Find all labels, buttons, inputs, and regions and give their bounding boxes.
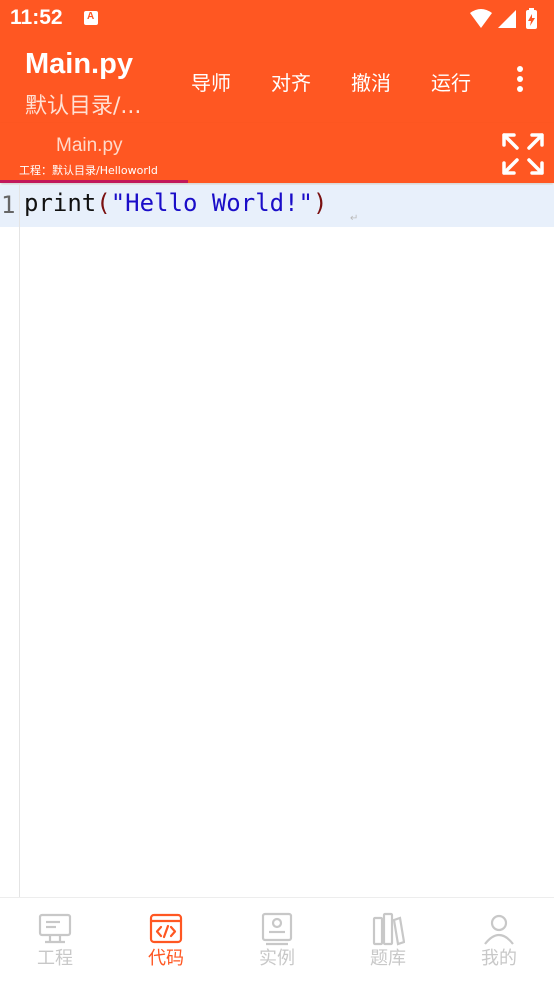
status-time: 11:52: [10, 6, 63, 29]
nav-label-code: 代码: [148, 948, 184, 969]
wifi-icon: [470, 9, 492, 28]
project-icon: [38, 913, 72, 944]
code-close-paren: ): [313, 189, 328, 217]
page-subtitle: 默认目录/...: [25, 94, 142, 119]
code-string: "Hello World!": [110, 189, 313, 217]
nav-item-project[interactable]: 工程: [0, 898, 110, 985]
fullscreen-icon[interactable]: [500, 131, 546, 177]
nav-item-examples[interactable]: 实例: [222, 898, 332, 985]
notification-icon: A: [84, 11, 98, 25]
app-bar: Main.py 默认目录/... 导师 对齐 撤消 运行: [0, 40, 554, 123]
bottom-nav: 工程 代码 实例 题库 我的: [0, 897, 554, 985]
mentor-button[interactable]: 导师: [191, 67, 231, 96]
books-icon: [372, 912, 405, 946]
battery-icon: [526, 8, 537, 29]
file-tab[interactable]: Main.py 工程：默认目录/Helloworld: [0, 123, 188, 183]
more-menu-icon[interactable]: [512, 66, 528, 96]
nav-item-code[interactable]: 代码: [111, 898, 221, 985]
code-function: print: [24, 189, 97, 217]
line-number: 1: [1, 191, 16, 219]
nav-label-examples: 实例: [259, 948, 295, 969]
code-line[interactable]: print("Hello World!"): [24, 189, 327, 217]
file-tab-name: Main.py: [56, 135, 123, 156]
nav-label-project: 工程: [37, 948, 73, 969]
examples-icon: [261, 912, 293, 946]
status-icons: [470, 8, 537, 29]
nav-label-question-bank: 题库: [370, 948, 406, 969]
end-of-line-marker: ↵: [350, 213, 359, 224]
gutter-divider: [19, 185, 20, 897]
user-icon: [484, 914, 514, 945]
signal-icon: [498, 10, 516, 28]
tab-indicator: [0, 180, 188, 183]
status-bar: 11:52 A: [0, 0, 554, 40]
file-tab-bar: Main.py 工程：默认目录/Helloworld: [0, 123, 554, 183]
undo-button[interactable]: 撤消: [351, 67, 391, 96]
align-button[interactable]: 对齐: [271, 67, 311, 96]
file-tab-path: 工程：默认目录/Helloworld: [19, 164, 158, 177]
page-title: Main.py: [25, 48, 133, 80]
notification-letter: A: [87, 11, 95, 22]
nav-label-profile: 我的: [481, 948, 517, 969]
run-button[interactable]: 运行: [431, 67, 471, 96]
code-open-paren: (: [96, 189, 111, 217]
nav-item-profile[interactable]: 我的: [444, 898, 554, 985]
code-editor[interactable]: 1 print("Hello World!") ↵: [0, 185, 554, 897]
code-icon: [149, 913, 183, 944]
nav-item-question-bank[interactable]: 题库: [333, 898, 443, 985]
